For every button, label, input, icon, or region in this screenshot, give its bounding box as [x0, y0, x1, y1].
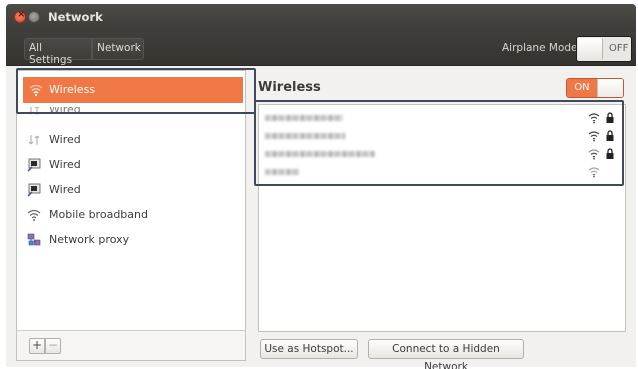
airplane-mode-toggle[interactable]: OFF	[576, 36, 632, 62]
airplane-toggle-state: OFF	[609, 43, 629, 54]
sidebar-item-wired[interactable]: Wired	[17, 153, 245, 178]
toolbar: All Settings Network Airplane Mode OFF	[6, 32, 636, 66]
sidebar-item-network-proxy[interactable]: Network proxy	[17, 228, 245, 253]
mobile-broadband-icon	[27, 209, 41, 221]
use-as-hotspot-button[interactable]: Use as Hotspot...	[260, 339, 358, 359]
networks-highlight-box	[254, 100, 624, 186]
wireless-toggle-knob	[597, 79, 623, 97]
network-card-icon	[27, 158, 41, 172]
airplane-mode-label: Airplane Mode	[502, 42, 578, 54]
sidebar-item-wired[interactable]: Wired	[17, 128, 245, 153]
wireless-highlight-box	[16, 68, 256, 114]
wireless-toggle[interactable]: ON	[566, 78, 624, 98]
minimize-window-button[interactable]	[28, 11, 40, 23]
network-card-icon	[27, 183, 41, 197]
breadcrumb-all-settings[interactable]: All Settings	[24, 38, 92, 66]
airplane-toggle-knob	[578, 38, 603, 60]
breadcrumb-network[interactable]: Network	[92, 38, 144, 60]
sidebar-item-label: Mobile broadband	[49, 208, 148, 221]
title-bar: Network	[6, 4, 636, 32]
window-title: Network	[48, 10, 103, 24]
sidebar-item-label: Wired	[49, 158, 81, 171]
page-title: Wireless	[258, 80, 321, 95]
network-proxy-icon	[27, 233, 41, 246]
sidebar-footer: + −	[17, 330, 245, 360]
remove-connection-button[interactable]: −	[45, 338, 61, 354]
connect-hidden-network-button[interactable]: Connect to a Hidden Network	[368, 339, 524, 369]
sidebar-item-wired[interactable]: Wired	[17, 178, 245, 203]
wired-icon	[28, 135, 40, 145]
add-connection-button[interactable]: +	[29, 338, 45, 354]
sidebar-item-label: Wired	[49, 183, 81, 196]
wireless-toggle-state: ON	[567, 79, 597, 97]
sidebar-item-label: Network proxy	[49, 233, 130, 246]
close-window-button[interactable]	[14, 9, 26, 23]
sidebar-item-label: Wired	[49, 133, 81, 146]
sidebar-item-mobile-broadband[interactable]: Mobile broadband	[17, 203, 245, 228]
